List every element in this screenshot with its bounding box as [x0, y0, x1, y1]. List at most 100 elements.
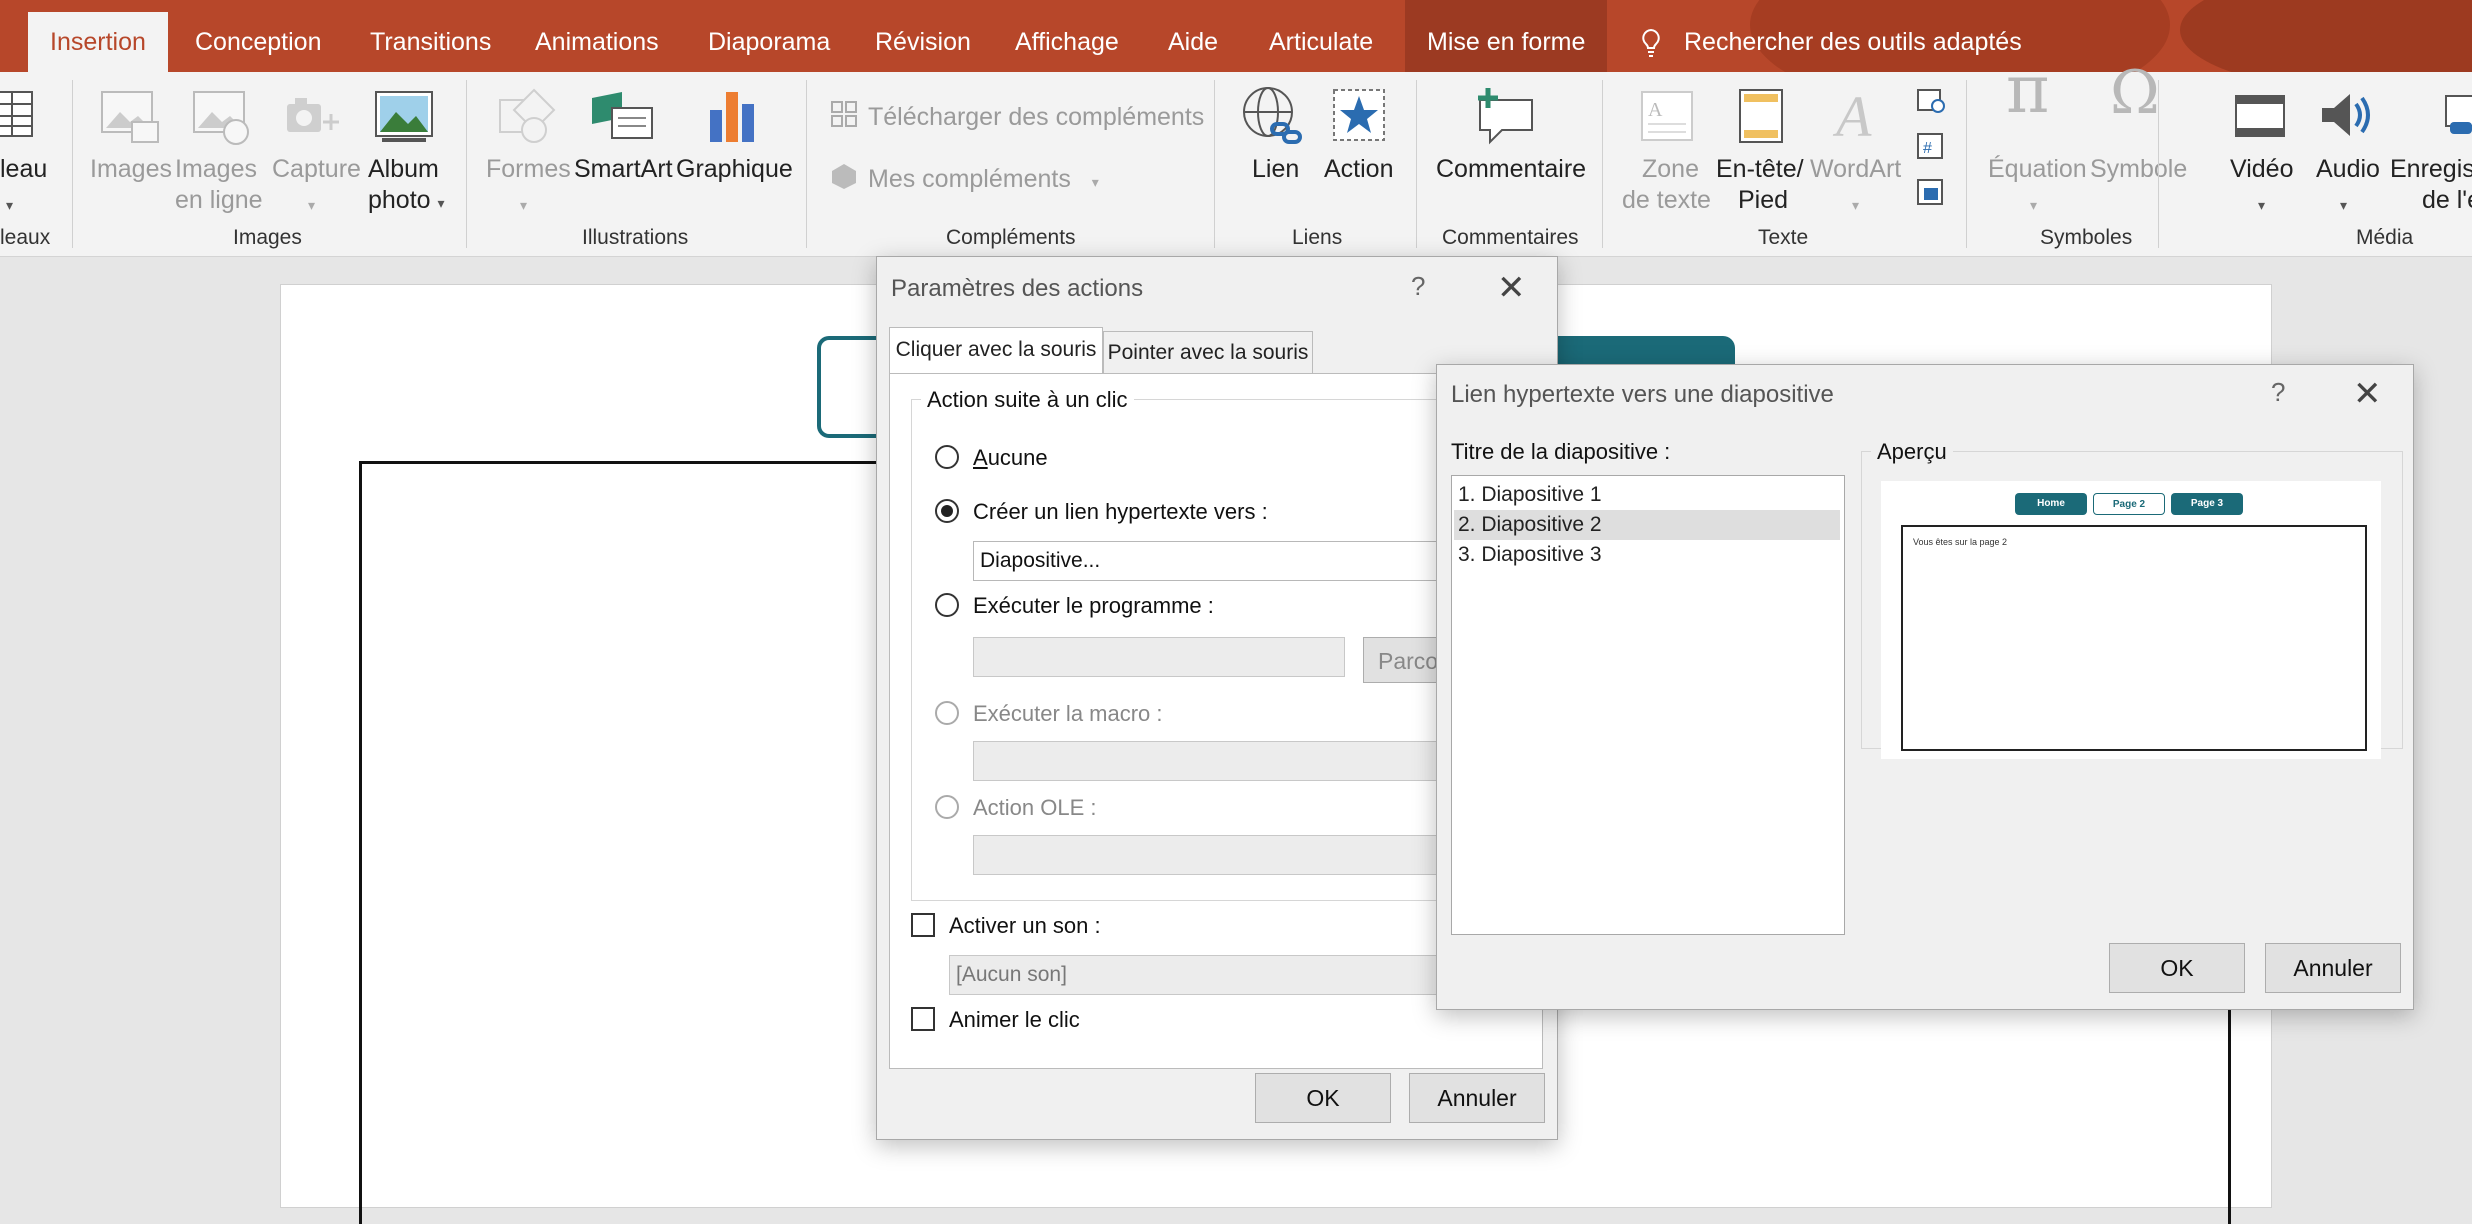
- online-images-line1[interactable]: Images: [175, 154, 257, 185]
- divider: [1602, 80, 1603, 248]
- preview-home-button: Home: [2015, 493, 2087, 515]
- radio-executer-programme[interactable]: [935, 593, 959, 617]
- online-images-line2[interactable]: en ligne: [175, 185, 263, 216]
- checkbox-son-label[interactable]: Activer un son :: [949, 913, 1101, 939]
- entete-line1[interactable]: En-tête/: [1716, 154, 1804, 185]
- macro-select[interactable]: [973, 741, 1443, 781]
- comment-icon[interactable]: [1474, 84, 1540, 146]
- video-icon[interactable]: [2232, 88, 2290, 142]
- list-item[interactable]: 3. Diapositive 3: [1454, 540, 1840, 570]
- lien-button[interactable]: Lien: [1252, 154, 1299, 185]
- radio-macro-label[interactable]: Exécuter la macro :: [973, 701, 1163, 727]
- hyperlink-target-field[interactable]: Diapositive...: [973, 541, 1443, 581]
- tab-transitions[interactable]: Transitions: [370, 0, 491, 72]
- capture-button[interactable]: Capture: [272, 154, 361, 185]
- hyperlink-to-slide-dialog: Lien hypertexte vers une diapositive ? ✕…: [1436, 364, 2414, 1010]
- slide-number-icon[interactable]: #: [1916, 132, 1946, 162]
- telecharger-complements-button[interactable]: Télécharger des compléments: [868, 102, 1204, 133]
- photo-album-icon[interactable]: [372, 88, 436, 146]
- slide-button-shape[interactable]: [1555, 336, 1735, 366]
- link-icon[interactable]: [1240, 84, 1306, 148]
- date-time-icon[interactable]: [1916, 86, 1946, 116]
- wordart-icon[interactable]: A: [1830, 86, 1886, 146]
- checkbox-activer-son[interactable]: [911, 913, 935, 937]
- entete-line2[interactable]: Pied: [1738, 185, 1788, 216]
- video-button[interactable]: Vidéo: [2230, 154, 2294, 185]
- graphique-button[interactable]: Graphique: [676, 154, 793, 185]
- tab-insertion[interactable]: Insertion: [28, 12, 168, 72]
- list-item[interactable]: 1. Diapositive 1: [1454, 480, 1840, 510]
- smartart-button[interactable]: SmartArt: [574, 154, 673, 185]
- table-icon[interactable]: [0, 88, 36, 140]
- radio-ole-label[interactable]: Action OLE :: [973, 795, 1097, 821]
- help-button[interactable]: ?: [2271, 377, 2285, 408]
- action-button[interactable]: Action: [1324, 154, 1393, 185]
- radio-action-ole[interactable]: [935, 795, 959, 819]
- zone-texte-line1[interactable]: Zone: [1642, 154, 1699, 185]
- browse-button[interactable]: Parcou: [1363, 637, 1451, 683]
- tab-articulate[interactable]: Articulate: [1269, 0, 1373, 72]
- header-footer-icon[interactable]: [1734, 86, 1788, 146]
- album-photo-line1[interactable]: Album: [368, 154, 439, 185]
- program-path-input[interactable]: [973, 637, 1345, 677]
- radio-aucune[interactable]: [935, 445, 959, 469]
- checkbox-animer-label[interactable]: Animer le clic: [949, 1007, 1080, 1033]
- radio-lien-hypertexte[interactable]: [935, 499, 959, 523]
- cancel-button[interactable]: Annuler: [2265, 943, 2401, 993]
- shapes-icon[interactable]: [494, 86, 560, 146]
- online-images-icon[interactable]: [190, 88, 252, 146]
- action-star-icon[interactable]: [1330, 86, 1388, 144]
- addins-icon: [832, 164, 856, 189]
- pi-icon[interactable]: π: [2006, 57, 2049, 123]
- commentaire-button[interactable]: Commentaire: [1436, 154, 1586, 185]
- camera-icon[interactable]: [283, 92, 345, 144]
- slide-title-list[interactable]: 1. Diapositive 1 2. Diapositive 2 3. Dia…: [1451, 475, 1845, 935]
- object-icon[interactable]: [1916, 178, 1946, 208]
- ok-button[interactable]: OK: [1255, 1073, 1391, 1123]
- preview-page2-button: Page 2: [2093, 493, 2165, 515]
- radio-aucune-label[interactable]: Aucune: [973, 445, 1048, 471]
- zone-texte-line2[interactable]: de texte: [1622, 185, 1711, 216]
- enregistrer-line2[interactable]: de l'é: [2422, 185, 2472, 216]
- close-icon[interactable]: ✕: [1497, 271, 1526, 305]
- search-tell-me[interactable]: Rechercher des outils adaptés: [1640, 0, 2022, 72]
- audio-button[interactable]: Audio: [2316, 154, 2380, 185]
- close-icon[interactable]: ✕: [2353, 377, 2382, 411]
- radio-lien-label[interactable]: Créer un lien hypertexte vers :: [973, 499, 1268, 525]
- tab-diaporama[interactable]: Diaporama: [708, 0, 830, 72]
- ok-button[interactable]: OK: [2109, 943, 2245, 993]
- sound-select[interactable]: [Aucun son]: [949, 955, 1443, 995]
- radio-programme-label[interactable]: Exécuter le programme :: [973, 593, 1214, 619]
- tab-mise-en-forme[interactable]: Mise en forme: [1405, 0, 1608, 72]
- mes-complements-button[interactable]: Mes compléments ▾: [868, 164, 1099, 198]
- tab-animations[interactable]: Animations: [535, 0, 659, 72]
- cancel-button[interactable]: Annuler: [1409, 1073, 1545, 1123]
- screen-recording-icon[interactable]: [2440, 90, 2472, 140]
- tab-cliquer-souris[interactable]: Cliquer avec la souris: [889, 327, 1103, 374]
- radio-executer-macro[interactable]: [935, 701, 959, 725]
- wordart-button[interactable]: WordArt: [1810, 154, 1901, 185]
- equation-button[interactable]: Équation: [1988, 154, 2087, 185]
- ole-action-select[interactable]: [973, 835, 1443, 875]
- tab-affichage[interactable]: Affichage: [1015, 0, 1119, 72]
- smartart-icon[interactable]: [588, 88, 654, 144]
- checkbox-animer-clic[interactable]: [911, 1007, 935, 1031]
- tab-conception[interactable]: Conception: [195, 0, 321, 72]
- text-box-icon[interactable]: A: [1638, 88, 1696, 144]
- images-icon[interactable]: [98, 88, 160, 146]
- help-button[interactable]: ?: [1411, 271, 1425, 302]
- svg-text:A: A: [1648, 99, 1663, 121]
- symbole-button[interactable]: Symbole: [2090, 154, 2187, 185]
- album-photo-line2[interactable]: photo ▾: [368, 185, 445, 219]
- images-button[interactable]: Images: [90, 154, 172, 185]
- formes-button[interactable]: Formes: [486, 154, 571, 185]
- list-item-selected[interactable]: 2. Diapositive 2: [1454, 510, 1840, 540]
- enregistrer-line1[interactable]: Enregist: [2390, 154, 2472, 185]
- chart-icon[interactable]: [704, 86, 760, 146]
- audio-icon[interactable]: [2316, 86, 2374, 144]
- tab-aide[interactable]: Aide: [1168, 0, 1218, 72]
- tab-revision[interactable]: Révision: [875, 0, 971, 72]
- omega-icon[interactable]: Ω: [2110, 63, 2160, 123]
- tab-pointer-souris[interactable]: Pointer avec la souris: [1103, 331, 1313, 374]
- tableau-label[interactable]: leau: [0, 154, 47, 185]
